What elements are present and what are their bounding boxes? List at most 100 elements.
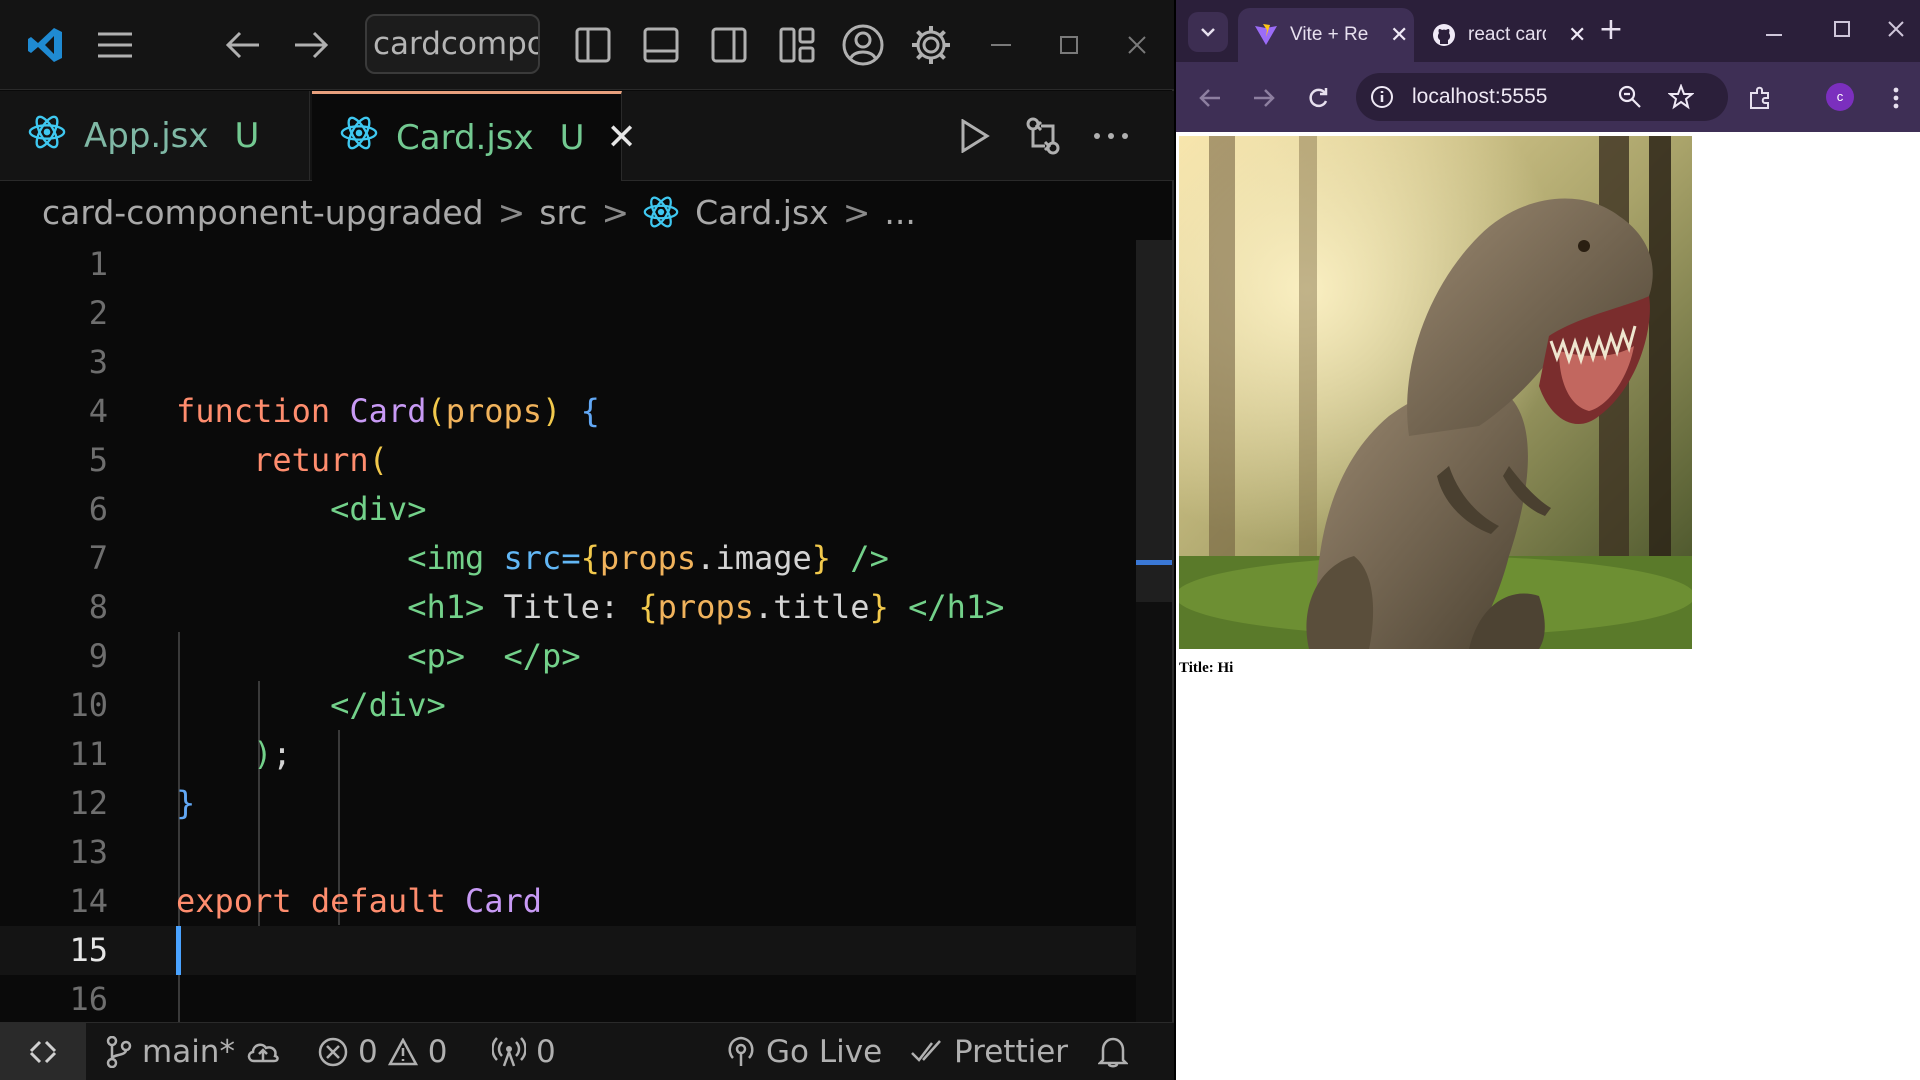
card-title-heading: Title: Hi [1179, 660, 1234, 676]
code-line: 2 [0, 289, 1136, 338]
tab-app-jsx[interactable]: App.jsx U [0, 91, 310, 181]
vscode-logo-icon [18, 18, 72, 72]
minimize-icon[interactable] [976, 20, 1026, 70]
browser-tab-github[interactable]: react card ✕ [1418, 8, 1588, 62]
jsx-attribute: src= [503, 539, 581, 577]
error-icon [318, 1037, 348, 1067]
line-number: 15 [69, 931, 108, 969]
expression: props [599, 539, 697, 577]
tab-label: Card.jsx [396, 117, 534, 158]
breadcrumb-folder[interactable]: src [539, 193, 587, 232]
warning-count: 0 [427, 1034, 448, 1070]
sync-cloud-icon[interactable] [246, 1023, 280, 1080]
editor-tab-bar: App.jsx U Card.jsx U ✕ [0, 91, 1174, 181]
toggle-secondary-sidebar-icon[interactable] [702, 18, 756, 72]
line-number: 3 [88, 343, 108, 381]
accounts-icon[interactable] [836, 18, 890, 72]
kebab-menu-icon[interactable] [1876, 78, 1916, 118]
go-live-button[interactable]: Go Live [726, 1023, 882, 1080]
line-number: 14 [69, 882, 108, 920]
notifications-bell-icon[interactable] [1098, 1023, 1128, 1080]
code-line: 12 } [0, 779, 1136, 828]
breadcrumb-root[interactable]: card-component-upgraded [42, 193, 484, 232]
breadcrumb-separator: > [842, 192, 871, 232]
toggle-primary-sidebar-icon[interactable] [566, 18, 620, 72]
maximize-icon[interactable] [1822, 14, 1862, 48]
jsx-tag: <div> [330, 490, 427, 528]
code-line: 1 [0, 240, 1136, 289]
bookmark-star-icon[interactable] [1668, 84, 1694, 110]
open-changes-icon[interactable] [1016, 109, 1070, 163]
close-window-icon[interactable] [1876, 14, 1916, 48]
brace: { [580, 539, 600, 577]
close-tab-icon[interactable]: ✕ [1568, 22, 1586, 48]
semicolon: ; [272, 735, 292, 773]
line-number: 6 [88, 490, 108, 528]
double-check-icon [910, 1039, 944, 1065]
browser-tab-title: Vite + React [1290, 24, 1368, 45]
browser-tab-vite[interactable]: Vite + React ✕ [1238, 8, 1414, 62]
jsx-tag: <p> [407, 637, 465, 675]
keyword: return [253, 441, 369, 479]
brace: } [869, 588, 889, 626]
command-center-search[interactable]: cardcompor [365, 14, 540, 74]
code-line: 6 <div> [0, 485, 1136, 534]
brace: } [176, 784, 196, 822]
forward-arrow-icon[interactable] [284, 18, 338, 72]
line-number: 2 [88, 294, 108, 332]
close-tab-icon[interactable]: ✕ [607, 117, 637, 158]
site-info-icon[interactable] [1370, 85, 1394, 109]
maximize-icon[interactable] [1044, 20, 1094, 70]
github-logo-icon [1432, 23, 1456, 47]
run-icon[interactable] [948, 109, 1002, 163]
tab-search-dropdown-icon[interactable] [1188, 12, 1228, 52]
jsx-text: Title: [503, 588, 620, 626]
remote-indicator[interactable] [0, 1023, 86, 1080]
function-name: Card [349, 392, 427, 430]
problems-indicator[interactable]: 0 0 [318, 1023, 447, 1080]
close-tab-icon[interactable]: ✕ [1390, 22, 1408, 48]
untracked-badge: U [559, 117, 585, 158]
profile-avatar[interactable]: c [1826, 83, 1854, 111]
warning-icon [387, 1038, 418, 1066]
new-tab-plus-icon[interactable]: + [1596, 15, 1626, 46]
settings-gear-icon[interactable] [904, 18, 958, 72]
expression: props [657, 588, 754, 626]
close-window-icon[interactable] [1112, 20, 1162, 70]
menu-icon[interactable] [88, 18, 142, 72]
ports-indicator[interactable]: 0 [492, 1023, 556, 1080]
git-branch[interactable]: main* [106, 1023, 235, 1080]
breadcrumb-more[interactable]: ... [884, 193, 915, 232]
jsx-tag: <h1> [407, 588, 485, 626]
back-arrow-icon[interactable] [216, 18, 270, 72]
customize-layout-icon[interactable] [770, 18, 824, 72]
more-actions-icon[interactable] [1084, 109, 1138, 163]
code-editor[interactable]: 1 2 3 4 function Card(props) { 5 return(… [0, 240, 1136, 1022]
line-number: 9 [88, 637, 108, 675]
code-line: 11 ); [0, 730, 1136, 779]
react-icon [643, 194, 679, 230]
scrollbar-thumb[interactable] [1136, 240, 1172, 602]
breadcrumb-file[interactable]: Card.jsx [695, 193, 829, 232]
toggle-panel-icon[interactable] [634, 18, 688, 72]
breadcrumb-separator: > [497, 192, 526, 232]
property: title [773, 588, 870, 626]
address-bar[interactable]: localhost:5555 [1356, 73, 1728, 121]
breadcrumb: card-component-upgraded > src > Card.jsx… [42, 190, 916, 234]
tab-card-jsx[interactable]: Card.jsx U ✕ [312, 91, 637, 181]
forward-arrow-icon[interactable] [1244, 78, 1284, 118]
reload-icon[interactable] [1298, 78, 1338, 118]
back-arrow-icon[interactable] [1190, 78, 1230, 118]
cursor-position-marker [1136, 560, 1172, 565]
web-page-content: Title: Hi [1176, 132, 1920, 1080]
extensions-puzzle-icon[interactable] [1740, 78, 1780, 118]
jsx-tag: <img [407, 539, 485, 577]
prettier-button[interactable]: Prettier [910, 1023, 1068, 1080]
code-line: 10 </div> [0, 681, 1136, 730]
zoom-icon[interactable] [1618, 85, 1642, 109]
code-line: 13 [0, 828, 1136, 877]
react-icon [340, 114, 378, 161]
minimize-icon[interactable] [1754, 14, 1794, 48]
editor-scrollbar[interactable] [1136, 240, 1172, 1022]
line-number: 16 [69, 980, 108, 1018]
